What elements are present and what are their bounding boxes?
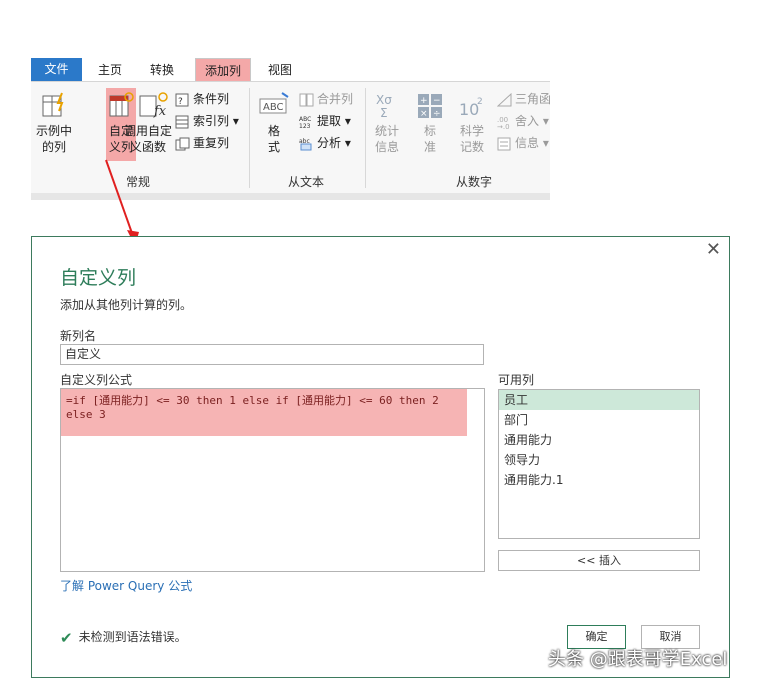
new-column-name-label: 新列名 [60, 329, 97, 343]
available-columns-list[interactable]: 员工 部门 通用能力 领导力 通用能力.1 [498, 389, 700, 539]
new-column-name-input[interactable]: 自定义 [60, 344, 484, 365]
insert-button[interactable]: << 插入 [498, 550, 700, 571]
close-icon[interactable]: ✕ [706, 239, 721, 260]
list-item[interactable]: 员工 [499, 390, 699, 410]
formula-editor[interactable]: =if [通用能力] <= 30 then 1 else if [通用能力] <… [60, 388, 485, 572]
dialog-subtitle: 添加从其他列计算的列。 [60, 298, 193, 312]
syntax-status-text: 未检测到语法错误。 [78, 630, 187, 644]
list-item[interactable]: 部门 [499, 410, 699, 430]
formula-text[interactable]: =if [通用能力] <= 30 then 1 else if [通用能力] <… [66, 394, 464, 422]
available-columns-label: 可用列 [498, 373, 535, 387]
list-item[interactable]: 通用能力 [499, 430, 699, 450]
dialog-title: 自定义列 [60, 267, 137, 289]
list-item[interactable]: 领导力 [499, 450, 699, 470]
checkmark-icon: ✔ [60, 628, 73, 647]
custom-column-dialog: ✕ 自定义列 添加从其他列计算的列。 新列名 自定义 自定义列公式 =if [通… [31, 236, 730, 678]
syntax-status: ✔ 未检测到语法错误。 [60, 628, 187, 647]
watermark: 头条 @跟表哥学Excel [548, 649, 728, 670]
list-item[interactable]: 通用能力.1 [499, 470, 699, 490]
learn-power-query-link[interactable]: 了解 Power Query 公式 [60, 577, 192, 594]
formula-label: 自定义列公式 [60, 373, 133, 387]
